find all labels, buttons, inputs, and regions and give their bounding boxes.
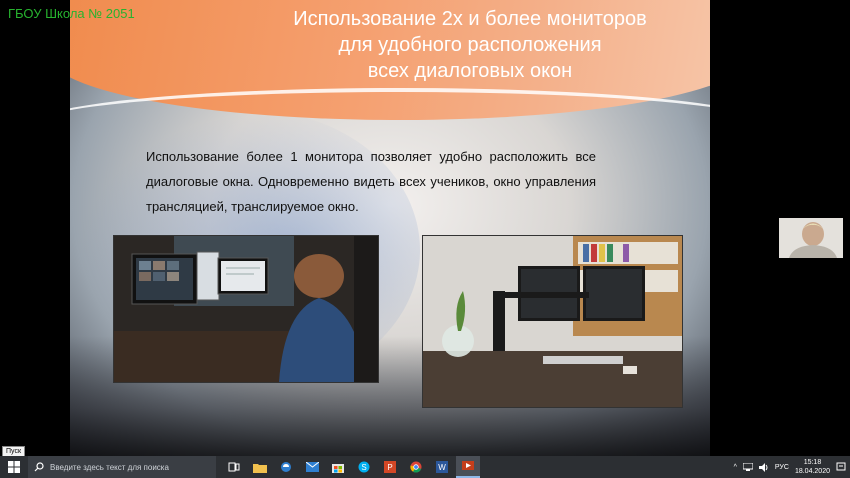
svg-text:S: S [361, 463, 366, 472]
photo-dual-monitor-stand [422, 235, 683, 408]
language-indicator[interactable]: РУС [775, 464, 789, 471]
powerpoint-button[interactable]: P [378, 456, 402, 478]
edge-button[interactable] [274, 456, 298, 478]
mail-button[interactable] [300, 456, 324, 478]
photo-person-two-monitors [113, 235, 379, 383]
store-icon [332, 464, 344, 473]
presentation-slide: Использование 2х и более мониторов для у… [70, 0, 710, 456]
clock-date: 18.04.2020 [794, 468, 830, 475]
slideshow-button[interactable] [456, 456, 480, 478]
tray-chevron-up-icon[interactable]: ^ [734, 464, 737, 471]
system-tray: ^ РУС 15:18 18.04.2020 [734, 458, 850, 476]
notifications-icon[interactable] [836, 462, 846, 472]
mail-icon [305, 462, 319, 472]
store-button[interactable] [326, 456, 350, 478]
task-view-button[interactable] [222, 456, 246, 478]
chrome-button[interactable] [404, 456, 428, 478]
powerpoint-icon: P [384, 461, 396, 473]
skype-icon: S [358, 461, 370, 473]
skype-button[interactable]: S [352, 456, 376, 478]
file-explorer-icon [253, 463, 267, 473]
person-icon [779, 218, 843, 258]
svg-text:P: P [387, 463, 392, 472]
network-icon[interactable] [742, 463, 753, 471]
photo-icon [423, 236, 682, 407]
windows-taskbar: Введите здесь текст для поиска S P W ^ Р… [0, 456, 850, 478]
word-icon: W [436, 461, 448, 473]
word-button[interactable]: W [430, 456, 454, 478]
svg-text:W: W [438, 463, 446, 472]
taskbar-apps: S P W [222, 456, 480, 478]
search-placeholder: Введите здесь текст для поиска [50, 462, 169, 472]
windows-logo-icon [8, 461, 20, 473]
slide-body-text: Использование более 1 монитора позволяет… [146, 149, 596, 214]
start-button[interactable] [0, 456, 28, 478]
search-icon [34, 462, 44, 472]
chrome-icon [410, 461, 422, 473]
taskbar-search-box[interactable]: Введите здесь текст для поиска [28, 456, 216, 478]
file-explorer-button[interactable] [248, 456, 272, 478]
school-watermark: ГБОУ Школа № 2051 [8, 6, 135, 21]
slide-title-line: Использование 2х и более мониторов [293, 8, 647, 30]
slide-title: Использование 2х и более мониторов для у… [260, 6, 680, 84]
clock-time: 15:18 [803, 459, 822, 466]
taskbar-clock[interactable]: 15:18 18.04.2020 [795, 458, 830, 476]
webcam-video-preview [779, 218, 843, 258]
volume-icon[interactable] [758, 462, 769, 472]
edge-icon [281, 462, 291, 472]
slide-title-line: всех диалоговых окон [367, 60, 573, 82]
slideshow-icon [462, 460, 474, 470]
photo-icon [114, 236, 378, 382]
task-view-icon [228, 462, 240, 472]
slide-title-line: для удобного расположения [338, 34, 602, 56]
